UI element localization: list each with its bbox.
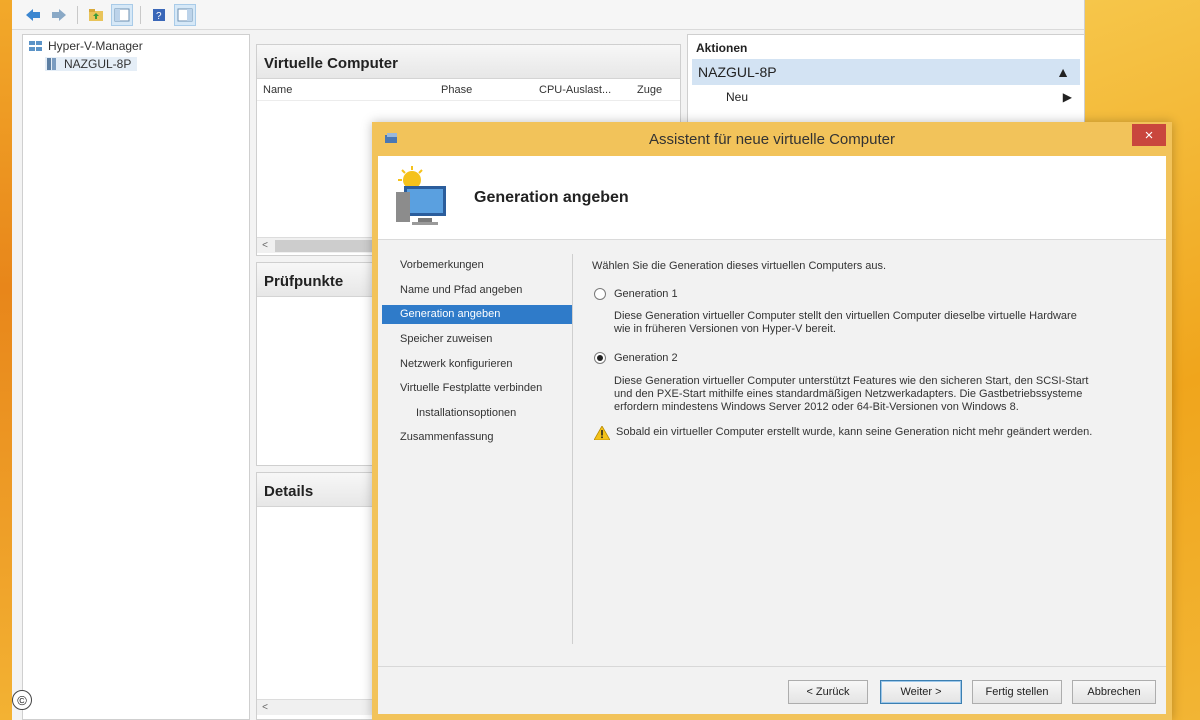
copyright-watermark: © — [12, 690, 32, 710]
toolbar-separator — [140, 5, 141, 24]
hyperv-app-icon — [384, 131, 400, 149]
svg-text:?: ? — [156, 11, 162, 22]
vm-table-header: Name Phase CPU-Auslast... Zuge — [257, 79, 680, 101]
new-vm-wizard-icon — [390, 164, 456, 233]
step-preliminaries[interactable]: Vorbemerkungen — [382, 256, 572, 275]
generation-2-description-line: Diese Generation virtueller Computer unt… — [614, 375, 1089, 387]
wizard-banner: Generation angeben — [378, 156, 1166, 240]
warning-text: Sobald ein virtueller Computer erstellt … — [616, 426, 1093, 438]
actions-title: Aktionen — [696, 41, 748, 55]
tree-item-server[interactable]: NAZGUL-8P — [45, 57, 138, 71]
actions-pane: Aktionen NAZGUL-8P ▲ Neu ▶ — [687, 34, 1085, 134]
column-header-phase[interactable]: Phase — [435, 84, 533, 96]
warning-icon — [594, 426, 610, 440]
forward-arrow-icon[interactable] — [48, 4, 70, 26]
step-install-options[interactable]: Installationsoptionen — [382, 404, 572, 423]
generation-2-radio[interactable] — [594, 352, 606, 364]
actions-server-label: NAZGUL-8P — [698, 64, 777, 80]
wizard-divider — [572, 254, 573, 644]
column-header-name[interactable]: Name — [257, 84, 435, 96]
generation-1-description-line: wie in früheren Versionen von Hyper-V be… — [614, 323, 836, 335]
column-header-assigned[interactable]: Zuge — [631, 84, 671, 96]
wizard-title: Assistent für neue virtuelle Computer — [649, 130, 895, 148]
navigation-tree: Hyper-V-Manager NAZGUL-8P — [22, 34, 250, 720]
step-network[interactable]: Netzwerk konfigurieren — [382, 355, 572, 374]
show-hide-tree-icon[interactable] — [111, 3, 133, 26]
back-button[interactable]: < Zurück — [788, 680, 868, 704]
back-arrow-icon[interactable] — [22, 4, 44, 26]
collapse-up-icon[interactable]: ▲ — [1056, 64, 1070, 80]
step-memory[interactable]: Speicher zuweisen — [382, 330, 572, 349]
cancel-button[interactable]: Abbrechen — [1072, 680, 1156, 704]
generation-2-description-line: erfordern mindestens Windows Server 2012… — [614, 401, 1019, 413]
folder-up-icon[interactable] — [85, 4, 107, 26]
hyperv-manager-icon — [29, 41, 42, 51]
generation-2-description-line: und den PXE-Start mithilfe eines standar… — [614, 388, 1083, 400]
toolbar: ? — [12, 0, 1084, 30]
tree-item-label: NAZGUL-8P — [64, 57, 132, 71]
desktop-background-left — [0, 0, 12, 720]
close-button[interactable]: × — [1132, 124, 1166, 146]
action-new[interactable]: Neu ▶ — [688, 85, 1084, 109]
wizard-steps-list: Vorbemerkungen Name und Pfad angeben Gen… — [378, 240, 578, 640]
button-area-divider — [378, 666, 1166, 667]
scrollbar-thumb[interactable] — [275, 239, 375, 252]
step-generation[interactable]: Generation angeben — [382, 305, 572, 324]
panel-title: Virtuelle Computer — [257, 45, 680, 79]
scroll-left-icon[interactable]: < — [257, 240, 273, 251]
submenu-arrow-icon: ▶ — [1062, 90, 1072, 104]
tree-item-hyperv-manager[interactable]: Hyper-V-Manager — [29, 39, 143, 53]
wizard-title-bar[interactable]: Assistent für neue virtuelle Computer × — [372, 122, 1172, 156]
step-summary[interactable]: Zusammenfassung — [382, 428, 572, 447]
scroll-left-icon[interactable]: < — [257, 702, 273, 713]
next-button[interactable]: Weiter > — [880, 680, 962, 704]
show-actions-pane-icon[interactable] — [174, 3, 196, 26]
generation-2-label[interactable]: Generation 2 — [614, 352, 678, 365]
server-icon — [47, 58, 56, 70]
generation-1-radio[interactable] — [594, 288, 606, 300]
intro-text: Wählen Sie die Generation dieses virtuel… — [592, 260, 887, 272]
finish-button[interactable]: Fertig stellen — [972, 680, 1062, 704]
toolbar-separator — [77, 5, 78, 24]
step-virtual-disk[interactable]: Virtuelle Festplatte verbinden — [382, 379, 572, 398]
generation-1-label[interactable]: Generation 1 — [614, 288, 678, 301]
actions-server-group[interactable]: NAZGUL-8P ▲ — [692, 59, 1080, 85]
action-new-label: Neu — [726, 90, 749, 104]
column-header-cpu[interactable]: CPU-Auslast... — [533, 84, 631, 96]
wizard-page-heading: Generation angeben — [474, 189, 629, 206]
new-vm-wizard-dialog: Assistent für neue virtuelle Computer × … — [372, 122, 1172, 720]
help-icon[interactable]: ? — [148, 4, 170, 26]
generation-1-description-line: Diese Generation virtueller Computer ste… — [614, 310, 1077, 322]
tree-item-label: Hyper-V-Manager — [48, 39, 143, 53]
step-name-path[interactable]: Name und Pfad angeben — [382, 281, 572, 300]
